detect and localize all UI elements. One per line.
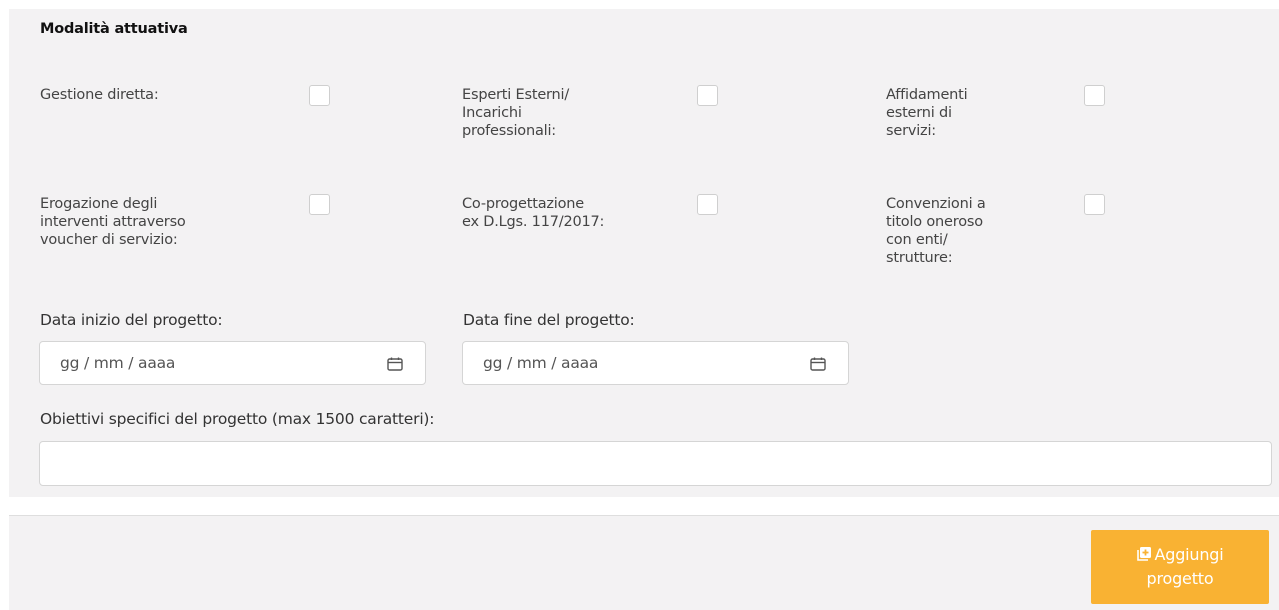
- section-title: Modalità attuativa: [40, 21, 188, 37]
- option-label-erogazione-voucher: Erogazione degli interventi attraverso v…: [40, 196, 186, 248]
- start-date-input[interactable]: gg / mm / aaaa: [39, 341, 426, 385]
- footer-bar: [9, 516, 1279, 610]
- objectives-label: Obiettivi specifici del progetto (max 15…: [40, 410, 435, 428]
- option-label-gestione-diretta: Gestione diretta:: [40, 87, 159, 103]
- end-date-label: Data fine del progetto:: [463, 311, 635, 329]
- plus-square-icon: [1136, 547, 1151, 561]
- option-label-convenzioni: Convenzioni a titolo oneroso con enti/ s…: [886, 196, 986, 266]
- calendar-icon[interactable]: [810, 357, 826, 371]
- checkbox-esperti-esterni[interactable]: [697, 85, 718, 106]
- checkbox-affidamenti-esterni[interactable]: [1084, 85, 1105, 106]
- calendar-icon[interactable]: [387, 357, 403, 371]
- add-project-button[interactable]: Aggiungi progetto: [1091, 530, 1269, 604]
- end-date-placeholder: gg / mm / aaaa: [483, 354, 599, 372]
- start-date-placeholder: gg / mm / aaaa: [60, 354, 176, 372]
- checkbox-convenzioni[interactable]: [1084, 194, 1105, 215]
- checkbox-erogazione-voucher[interactable]: [309, 194, 330, 215]
- option-label-affidamenti-esterni: Affidamenti esterni di servizi:: [886, 87, 968, 139]
- objectives-input[interactable]: [39, 441, 1272, 486]
- checkbox-co-progettazione[interactable]: [697, 194, 718, 215]
- start-date-label: Data inizio del progetto:: [40, 311, 223, 329]
- end-date-input[interactable]: gg / mm / aaaa: [462, 341, 849, 385]
- checkbox-gestione-diretta[interactable]: [309, 85, 330, 106]
- option-label-esperti-esterni: Esperti Esterni/ Incarichi professionali…: [462, 87, 570, 139]
- option-label-co-progettazione: Co-progettazione ex D.Lgs. 117/2017:: [462, 196, 605, 230]
- add-project-label-line1: Aggiungi: [1154, 545, 1224, 564]
- add-project-label-line2: progetto: [1146, 569, 1214, 588]
